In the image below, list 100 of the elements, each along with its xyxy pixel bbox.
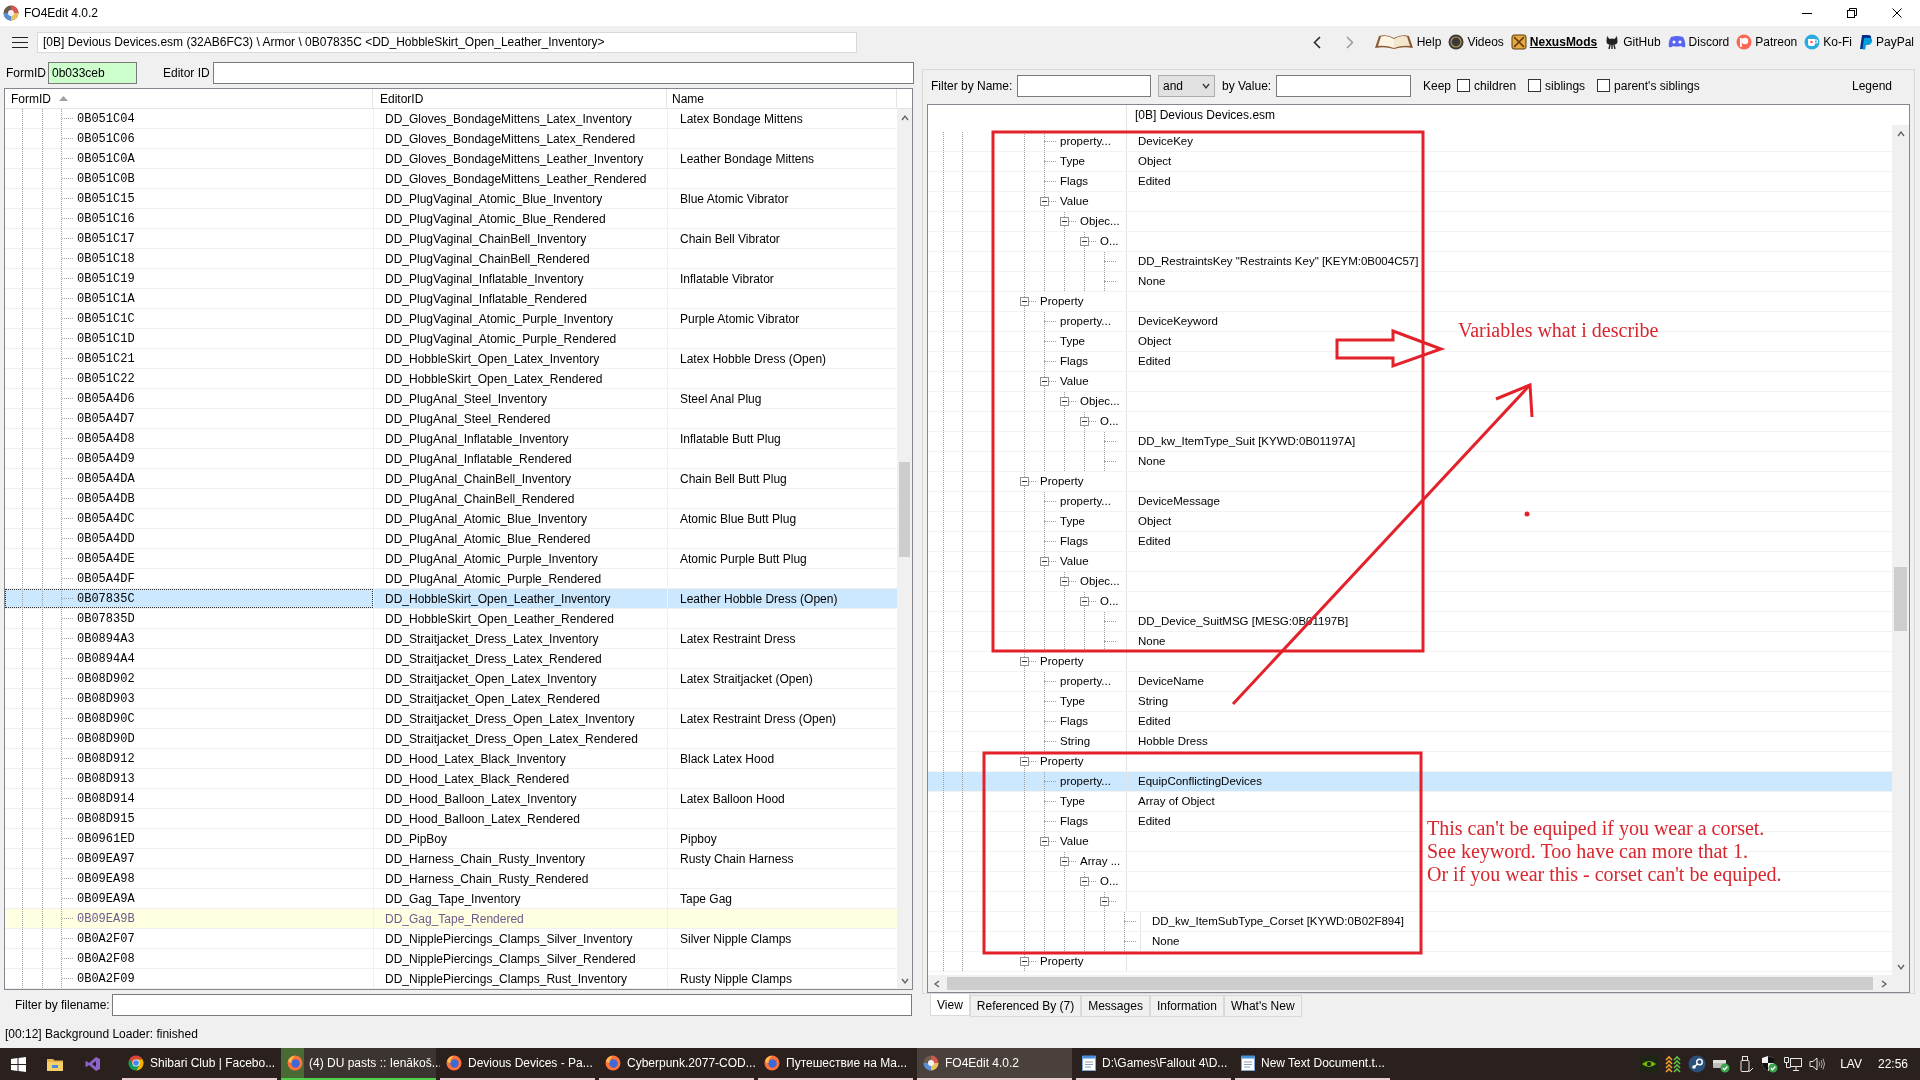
tree-row[interactable]: None xyxy=(928,272,1892,292)
chevron-down-icon[interactable] xyxy=(900,976,909,985)
toolbar-link[interactable]: Patreon xyxy=(1736,30,1798,54)
list-row[interactable]: 0B08D90D DD_Straitjacket_Dress_Open_Latex_Rendered xyxy=(5,729,897,749)
tab[interactable]: Information xyxy=(1149,995,1224,1017)
tree-row[interactable]: O... xyxy=(928,592,1892,612)
collapse-icon[interactable] xyxy=(1040,377,1049,386)
list-row[interactable]: 0B051C0B DD_Gloves_BondageMittens_Leather_Rendered xyxy=(5,169,897,189)
speaker-icon[interactable] xyxy=(1808,1055,1827,1073)
list-row[interactable]: 0B08D912 DD_Hood_Latex_Black_Inventory Black Latex Hood xyxy=(5,749,897,769)
scrollbar-thumb[interactable] xyxy=(899,462,910,557)
list-row[interactable]: 0B08D915 DD_Hood_Balloon_Latex_Rendered xyxy=(5,809,897,829)
chevron-up-icon[interactable] xyxy=(900,113,909,122)
toolbar-link[interactable]: Ko-Fi xyxy=(1804,30,1852,54)
tree-row[interactable]: Objec... xyxy=(928,212,1892,232)
list-row[interactable]: 0B09EA97 DD_Harness_Chain_Rusty_Inventory Rusty Chain Harness xyxy=(5,849,897,869)
list-row[interactable]: 0B051C21 DD_HobbleSkirt_Open_Latex_Inventory Latex Hobble Dress (Open) xyxy=(5,349,897,369)
vertical-scrollbar[interactable] xyxy=(1892,125,1909,975)
tree-row[interactable]: O... xyxy=(928,412,1892,432)
list-row[interactable]: 0B051C1C DD_PlugVaginal_Atomic_Purple_Inventory Purple Atomic Vibrator xyxy=(5,309,897,329)
list-row[interactable]: 0B05A4DC DD_PlugAnal_Atomic_Blue_Inventory Atomic Blue Butt Plug xyxy=(5,509,897,529)
collapse-icon[interactable] xyxy=(1020,757,1029,766)
chevrons-icon[interactable] xyxy=(1664,1055,1683,1073)
chevron-down-icon[interactable] xyxy=(1896,962,1905,971)
tree-row[interactable]: String Hobble Dress xyxy=(928,732,1892,752)
tree-row[interactable]: None xyxy=(928,632,1892,652)
toolbar-link[interactable]: PayPal xyxy=(1858,30,1914,54)
toolbar-link[interactable]: Videos xyxy=(1448,30,1504,54)
tree-row[interactable]: Objec... xyxy=(928,392,1892,412)
network-icon[interactable] xyxy=(1784,1055,1803,1073)
list-row[interactable]: 0B05A4D6 DD_PlugAnal_Steel_Inventory Steel Anal Plug xyxy=(5,389,897,409)
tree-row[interactable]: Property xyxy=(928,752,1892,772)
tab[interactable]: Messages xyxy=(1081,995,1150,1017)
tree-row[interactable]: property... DeviceKey xyxy=(928,132,1892,152)
list-row[interactable]: 0B08D914 DD_Hood_Balloon_Latex_Inventory Latex Balloon Hood xyxy=(5,789,897,809)
shield-check-icon[interactable] xyxy=(1760,1055,1779,1073)
list-row[interactable]: 0B05A4DA DD_PlugAnal_ChainBell_Inventory Chain Bell Butt Plug xyxy=(5,469,897,489)
collapse-icon[interactable] xyxy=(1020,957,1029,966)
horizontal-scrollbar[interactable] xyxy=(928,975,1892,992)
collapse-icon[interactable] xyxy=(1060,397,1069,406)
tree-row[interactable]: O... xyxy=(928,232,1892,252)
tree-row[interactable]: Type Array of Object xyxy=(928,792,1892,812)
list-row[interactable]: 0B05A4DB DD_PlugAnal_ChainBell_Rendered xyxy=(5,489,897,509)
list-row[interactable]: 0B09EA98 DD_Harness_Chain_Rusty_Rendered xyxy=(5,869,897,889)
clock[interactable]: 22:56 xyxy=(1877,1055,1908,1073)
taskbar-button[interactable]: FO4Edit 4.0.2 xyxy=(917,1048,1072,1080)
checkbox[interactable] xyxy=(1597,79,1611,92)
tree-row[interactable]: None xyxy=(928,932,1892,952)
list-row[interactable]: 0B051C19 DD_PlugVaginal_Inflatable_Inventory Inflatable Vibrator xyxy=(5,269,897,289)
name-filter-field[interactable] xyxy=(1017,74,1151,97)
eye-icon[interactable] xyxy=(1640,1055,1659,1073)
language-indicator[interactable]: LAV xyxy=(1840,1055,1862,1073)
tree-row[interactable]: Value xyxy=(928,552,1892,572)
operator-select[interactable]: and xyxy=(1158,74,1215,97)
list-row[interactable]: 0B05A4D9 DD_PlugAnal_Inflatable_Rendered xyxy=(5,449,897,469)
list-row[interactable]: 0B0A2F07 DD_NipplePiercings_Clamps_Silver_Inventory Silver Nipple Clamps xyxy=(5,929,897,949)
collapse-icon[interactable] xyxy=(1020,657,1029,666)
list-row[interactable]: 0B051C1A DD_PlugVaginal_Inflatable_Rendered xyxy=(5,289,897,309)
list-row[interactable]: 0B05A4D7 DD_PlugAnal_Steel_Rendered xyxy=(5,409,897,429)
vertical-scrollbar[interactable] xyxy=(897,109,912,989)
tree-row[interactable]: DD_RestraintsKey "Restraints Key" [KEYM:0B004C57] xyxy=(928,252,1892,272)
tree-row[interactable]: Property xyxy=(928,652,1892,672)
tree-row[interactable]: Value xyxy=(928,192,1892,212)
collapse-icon[interactable] xyxy=(1060,577,1069,586)
list-row[interactable]: 0B051C06 DD_Gloves_BondageMittens_Latex_Rendered xyxy=(5,129,897,149)
checkbox[interactable] xyxy=(1457,79,1471,92)
collapse-icon[interactable] xyxy=(1100,897,1109,906)
tree-row[interactable]: Property xyxy=(928,472,1892,492)
value-filter-field[interactable] xyxy=(1276,74,1411,97)
tree-row[interactable]: Type String xyxy=(928,692,1892,712)
list-row[interactable]: 0B051C22 DD_HobbleSkirt_Open_Latex_Rendered xyxy=(5,369,897,389)
tab[interactable]: What's New xyxy=(1223,995,1302,1017)
list-row[interactable]: 0B05A4DD DD_PlugAnal_Atomic_Blue_Rendered xyxy=(5,529,897,549)
toolbar-link[interactable]: NexusMods xyxy=(1510,30,1598,54)
chevron-left-icon[interactable] xyxy=(932,979,941,988)
tree-row[interactable]: Flags Edited xyxy=(928,172,1892,192)
list-row[interactable]: 0B09EA9A DD_Gag_Tape_Inventory Tape Gag xyxy=(5,889,897,909)
tree-row[interactable]: Value xyxy=(928,372,1892,392)
collapse-icon[interactable] xyxy=(1040,837,1049,846)
list-row[interactable]: 0B051C0A DD_Gloves_BondageMittens_Leather_Inventory Leather Bondage Mittens xyxy=(5,149,897,169)
tree-row[interactable]: DD_kw_ItemType_Suit [KYWD:0B01197A] xyxy=(928,432,1892,452)
collapse-icon[interactable] xyxy=(1060,217,1069,226)
list-row[interactable]: 0B051C1D DD_PlugVaginal_Atomic_Purple_Rendered xyxy=(5,329,897,349)
toolbar-link[interactable]: Help xyxy=(1373,30,1442,54)
scrollbar-thumb[interactable] xyxy=(947,977,1873,990)
list-row[interactable]: 0B051C17 DD_PlugVaginal_ChainBell_Inventory Chain Bell Vibrator xyxy=(5,229,897,249)
list-row[interactable]: 0B0A2F09 DD_NipplePiercings_Clamps_Rust_Inventory Rusty Nipple Clamps xyxy=(5,969,897,989)
list-row[interactable]: 0B05A4D8 DD_PlugAnal_Inflatable_Inventory Inflatable Butt Plug xyxy=(5,429,897,449)
toolbar-link[interactable]: Discord xyxy=(1667,30,1730,54)
chevron-right-icon[interactable] xyxy=(1879,979,1888,988)
list-row[interactable]: 0B0A2F08 DD_NipplePiercings_Clamps_Silver_Rendered xyxy=(5,949,897,969)
collapse-icon[interactable] xyxy=(1040,557,1049,566)
list-row[interactable]: 0B05A4DF DD_PlugAnal_Atomic_Purple_Rendered xyxy=(5,569,897,589)
list-row[interactable]: 0B0894A4 DD_Straitjacket_Dress_Latex_Rendered xyxy=(5,649,897,669)
list-row[interactable]: 0B051C16 DD_PlugVaginal_Atomic_Blue_Rendered xyxy=(5,209,897,229)
path-field[interactable]: [0B] Devious Devices.esm (32AB6FC3) \ Armor \ 0B07835C <DD_HobbleSkirt_Open_Leather_Inventory> xyxy=(37,31,857,53)
tree-row[interactable]: Property xyxy=(928,952,1892,972)
list-row[interactable]: 0B0894A3 DD_Straitjacket_Dress_Latex_Inventory Latex Restraint Dress xyxy=(5,629,897,649)
list-row[interactable]: 0B08D903 DD_Straitjacket_Open_Latex_Rendered xyxy=(5,689,897,709)
editor-id-field[interactable] xyxy=(213,62,914,84)
